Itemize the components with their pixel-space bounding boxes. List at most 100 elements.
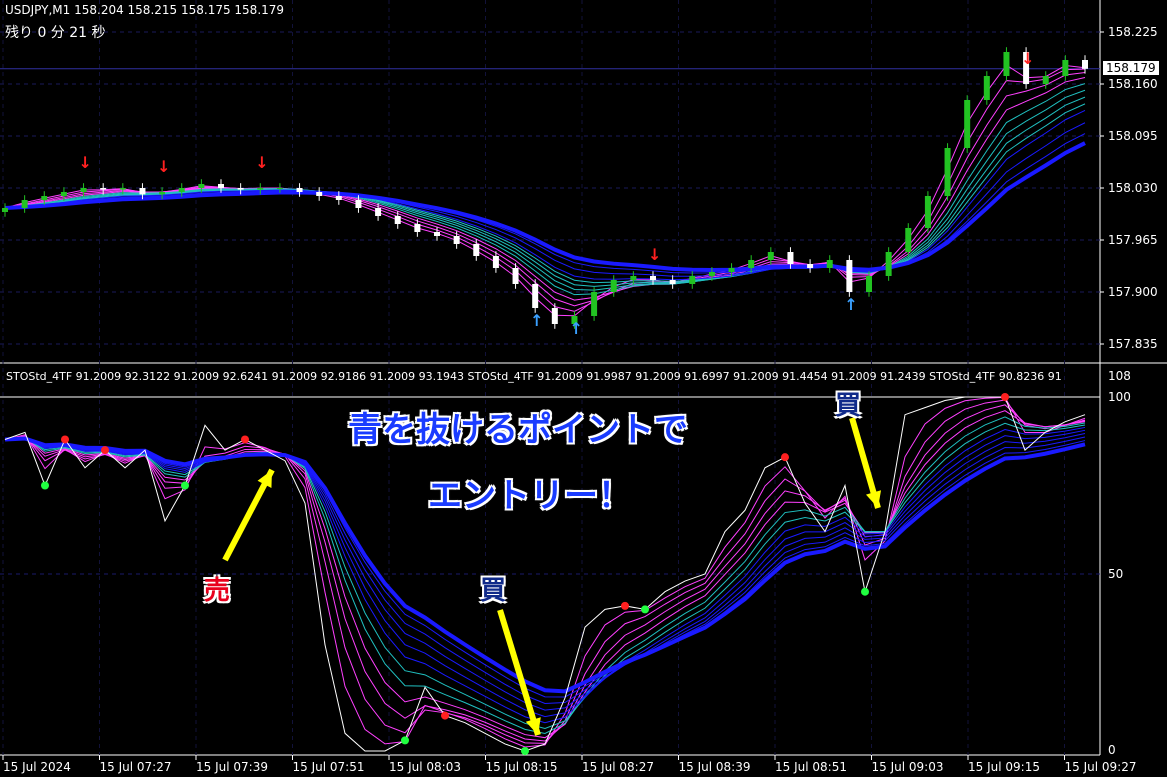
ribbon-line xyxy=(4,68,1086,312)
candle-body xyxy=(826,260,833,268)
candle-body xyxy=(689,276,696,284)
signal-dot xyxy=(861,587,869,596)
x-tick-label: 15 Jul 07:39 xyxy=(196,760,268,774)
candle-body xyxy=(394,216,401,224)
x-tick-label: 15 Jul 08:03 xyxy=(389,760,461,774)
candle-body xyxy=(41,196,48,200)
candle-body xyxy=(1003,52,1010,76)
candle-body xyxy=(532,284,539,308)
candle-body xyxy=(964,100,971,148)
candle-body xyxy=(924,196,931,228)
candle-body xyxy=(591,292,598,316)
candle-body xyxy=(748,260,755,268)
signal-dot xyxy=(641,605,649,614)
candle-body xyxy=(21,200,28,208)
candle-body xyxy=(80,188,87,192)
signal-dot xyxy=(61,435,69,444)
candle-body xyxy=(512,268,519,284)
candle-body xyxy=(257,188,264,190)
current-price-label: 158.179 xyxy=(1103,61,1159,75)
candle-body xyxy=(414,224,421,232)
annotation-line2: エントリー！ xyxy=(427,475,633,517)
candle-body xyxy=(983,76,990,100)
candle-body xyxy=(944,148,951,196)
candle-body xyxy=(276,188,283,189)
y-tick-label: 157.900 xyxy=(1108,285,1158,299)
x-tick-label: 15 Jul 07:51 xyxy=(293,760,365,774)
annotation-line1: 青を抜けるポイントで xyxy=(347,409,689,451)
y-tick-label: 158.030 xyxy=(1108,181,1158,195)
x-tick-label: 15 Jul 08:39 xyxy=(679,760,751,774)
candle-body xyxy=(178,188,185,192)
candle-body xyxy=(1062,60,1069,76)
candle-body xyxy=(453,236,460,244)
symbol-info: USDJPY,M1 158.204 158.215 158.175 158.17… xyxy=(5,3,285,17)
candle-body xyxy=(551,308,558,324)
x-tick-label: 15 Jul 08:51 xyxy=(775,760,847,774)
candle-body xyxy=(767,252,774,260)
candle-body xyxy=(669,280,676,284)
x-tick-label: 15 Jul 09:03 xyxy=(872,760,944,774)
candle-body xyxy=(296,188,303,192)
candle-body xyxy=(728,268,735,272)
candle-body xyxy=(807,264,814,268)
signal-dot xyxy=(621,601,629,610)
ribbon-line xyxy=(4,77,1086,301)
x-tick-label: 15 Jul 07:27 xyxy=(100,760,172,774)
candle-body xyxy=(708,272,715,276)
x-tick-label: 15 Jul 2024 xyxy=(3,760,71,774)
candle-body xyxy=(1042,76,1049,84)
y-tick-label: 158.095 xyxy=(1108,129,1158,143)
signal-dot xyxy=(401,736,409,745)
candle-body xyxy=(473,244,480,256)
ribbon-line xyxy=(4,72,1086,307)
signal-dot xyxy=(521,747,529,755)
x-tick-label: 15 Jul 09:15 xyxy=(968,760,1040,774)
buy-arrow-icon: ↑ xyxy=(530,311,543,330)
annotation-arrow xyxy=(497,609,541,736)
bar-countdown: 残り 0 分 21 秒 xyxy=(5,25,106,41)
candle-body xyxy=(492,256,499,268)
candle-body xyxy=(119,188,126,190)
osc-tick-label: 108 xyxy=(1108,369,1131,383)
signal-dot xyxy=(101,446,109,455)
sell-arrow-icon: ↓ xyxy=(255,153,268,172)
candle-body xyxy=(610,280,617,292)
candle-body xyxy=(846,260,853,292)
y-tick-label: 157.835 xyxy=(1108,337,1158,351)
sell-arrow-icon: ↓ xyxy=(79,153,92,172)
candle-body xyxy=(218,184,224,188)
indicator-label: STOStd_4TF 91.2009 92.3122 91.2009 92.62… xyxy=(6,370,1062,383)
candle-body xyxy=(198,184,205,188)
candle-body xyxy=(139,188,146,195)
candle-body xyxy=(905,228,912,252)
candle-body xyxy=(237,188,244,190)
candle-body xyxy=(630,276,637,280)
annotation-buy-1: 買 xyxy=(480,576,507,606)
candle-body xyxy=(1082,60,1088,69)
candle-body xyxy=(2,208,8,212)
osc-tick-label: 100 xyxy=(1108,390,1131,404)
candle-body xyxy=(316,192,323,196)
candle-body xyxy=(375,208,382,216)
x-tick-label: 15 Jul 08:27 xyxy=(582,760,654,774)
annotation-sell: 売 xyxy=(204,576,231,606)
buy-arrow-icon: ↑ xyxy=(569,319,582,338)
candle-body xyxy=(100,188,107,190)
candle-body xyxy=(787,252,794,264)
candle-body xyxy=(60,192,67,196)
osc-tick-label: 50 xyxy=(1108,567,1123,581)
candle-body xyxy=(866,276,872,292)
signal-dot xyxy=(181,481,189,490)
y-tick-label: 158.225 xyxy=(1108,25,1158,39)
signal-dot xyxy=(781,453,789,462)
candle-body xyxy=(355,200,362,208)
signal-dot xyxy=(41,481,49,490)
ribbon-line xyxy=(4,89,1086,291)
candle-body xyxy=(885,252,892,276)
y-tick-label: 158.160 xyxy=(1108,77,1158,91)
osc-ribbon-line xyxy=(4,416,1086,735)
sell-arrow-icon: ↓ xyxy=(157,157,170,176)
ribbon-line xyxy=(4,83,1086,296)
x-tick-label: 15 Jul 08:15 xyxy=(486,760,558,774)
